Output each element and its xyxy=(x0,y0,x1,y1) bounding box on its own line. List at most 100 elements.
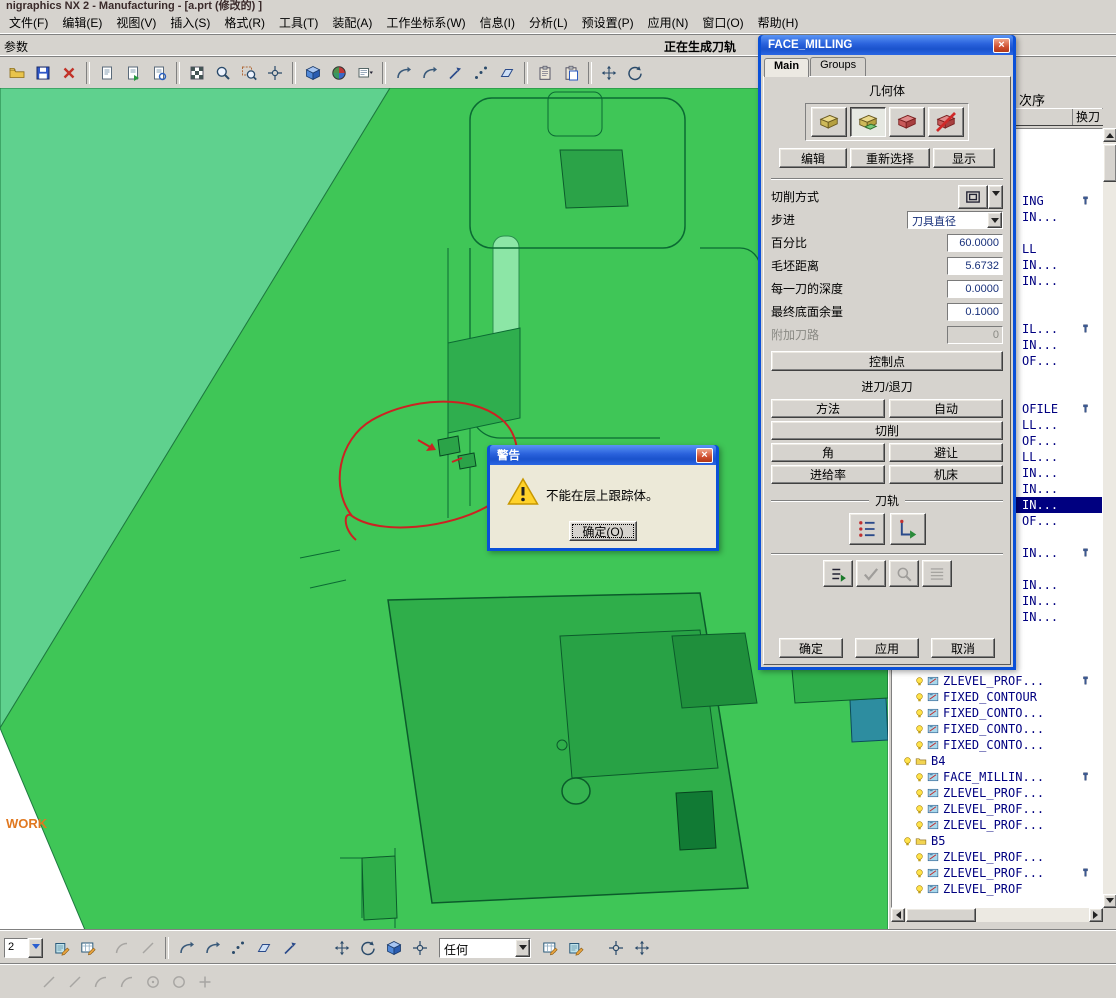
menu-item-10[interactable]: 分析(L) xyxy=(522,12,575,33)
datum-plane-icon[interactable] xyxy=(251,935,277,961)
shaded-view-icon[interactable] xyxy=(300,60,326,86)
open-icon[interactable] xyxy=(4,60,30,86)
list-edit-icon[interactable] xyxy=(563,935,589,961)
snap-tangent-icon[interactable] xyxy=(199,935,225,961)
navigator-row-op[interactable]: FIXED_CONTO... xyxy=(892,721,1102,737)
horizontal-scrollbar[interactable] xyxy=(891,908,1103,922)
plane-tool-icon[interactable] xyxy=(494,60,520,86)
t ab-groups[interactable]: Groups xyxy=(810,57,867,76)
stepover-dropdown[interactable] xyxy=(987,211,1002,228)
snap-end-icon[interactable] xyxy=(173,935,199,961)
menu-item-11[interactable]: 预设置(P) xyxy=(575,12,641,33)
menu-item-3[interactable]: 视图(V) xyxy=(109,12,163,33)
zoom-level-combo[interactable]: 2 xyxy=(4,937,43,958)
blank-distance-field[interactable]: 5.6732 xyxy=(947,256,1003,275)
lamp-icon[interactable] xyxy=(914,692,925,703)
arc-icon[interactable] xyxy=(88,969,114,995)
point-constructor-icon[interactable] xyxy=(225,935,251,961)
navigator-row-op[interactable]: ZLEVEL_PROF... xyxy=(892,673,1102,689)
lamp-icon[interactable] xyxy=(914,676,925,687)
circle-icon[interactable] xyxy=(166,969,192,995)
edit-button[interactable]: 编辑 xyxy=(779,148,847,168)
target-position-icon[interactable] xyxy=(603,935,629,961)
corner-button[interactable]: 角 xyxy=(771,443,885,462)
cancel-button[interactable]: 取消 xyxy=(931,638,995,658)
ok-button[interactable]: 确定 xyxy=(779,638,843,658)
apply-button[interactable]: 应用 xyxy=(855,638,919,658)
lamp-icon[interactable] xyxy=(914,804,925,815)
display-mode-icon[interactable] xyxy=(184,60,210,86)
toolpath-gouge-check-icon[interactable] xyxy=(888,560,919,587)
save-icon[interactable] xyxy=(30,60,56,86)
vertical-scrollbar[interactable] xyxy=(1103,128,1116,908)
navigator-row-op[interactable]: ZLEVEL_PROF... xyxy=(892,785,1102,801)
scroll-left-button[interactable] xyxy=(891,908,905,922)
cut-pattern-icon[interactable] xyxy=(958,184,988,209)
navigator-row-op[interactable]: ZLEVEL_PROF... xyxy=(892,817,1102,833)
menu-item-6[interactable]: 工具(T) xyxy=(272,12,325,33)
zoom-icon[interactable] xyxy=(210,60,236,86)
view-update-icon[interactable] xyxy=(120,60,146,86)
navigator-row-op[interactable]: FIXED_CONTO... xyxy=(892,737,1102,753)
final-floor-stock-field[interactable]: 0.1000 xyxy=(947,302,1003,321)
warning-titlebar[interactable]: 警告 × xyxy=(490,445,716,465)
rotate-wcs-icon[interactable] xyxy=(355,935,381,961)
dynamic-wcs-icon[interactable] xyxy=(329,935,355,961)
menu-item-8[interactable]: 工作坐标系(W) xyxy=(379,12,472,33)
menu-item-4[interactable]: 插入(S) xyxy=(163,12,217,33)
toolpath-edit-icon[interactable] xyxy=(889,513,926,545)
menu-item-2[interactable]: 编辑(E) xyxy=(55,12,109,33)
depth-per-cut-field[interactable]: 0.0000 xyxy=(947,279,1003,298)
menu-item-7[interactable]: 装配(A) xyxy=(325,12,379,33)
view-layout-icon[interactable] xyxy=(352,60,378,86)
zoom-window-icon[interactable] xyxy=(236,60,262,86)
cutting-button[interactable]: 切削 xyxy=(771,421,1003,440)
reference-position-icon[interactable] xyxy=(629,935,655,961)
menu-item-1[interactable]: 文件(F) xyxy=(2,12,55,33)
geometry-trim-icon[interactable] xyxy=(927,107,964,137)
navigator-row-op[interactable]: ZLEVEL_PROF xyxy=(892,881,1102,897)
percent-field[interactable]: 60.0000 xyxy=(947,233,1003,252)
reselect-button[interactable]: 重新选择 xyxy=(850,148,930,168)
delete-icon[interactable] xyxy=(56,60,82,86)
navigator-row-group[interactable]: B4 xyxy=(892,753,1102,769)
navigator-row-op[interactable]: FIXED_CONTO... xyxy=(892,705,1102,721)
zoom-level-dropdown[interactable] xyxy=(28,937,43,958)
vector-constructor-icon[interactable] xyxy=(277,935,303,961)
navigator-row-op[interactable]: FIXED_CONTOUR xyxy=(892,689,1102,705)
selection-filter-dropdown[interactable] xyxy=(515,938,530,957)
geometry-blank-icon[interactable] xyxy=(849,107,886,137)
view-refresh-icon[interactable] xyxy=(94,60,120,86)
cut-method-dropdown[interactable] xyxy=(988,184,1003,209)
menu-item-14[interactable]: 帮助(H) xyxy=(751,12,806,33)
toolpath-list-icon[interactable] xyxy=(921,560,952,587)
close-icon[interactable]: × xyxy=(696,447,713,463)
curve-tool-2-icon[interactable] xyxy=(135,935,161,961)
face-milling-titlebar[interactable]: FACE_MILLING × xyxy=(761,35,1013,55)
viewport-3d[interactable]: WORK xyxy=(0,88,888,930)
snap-point-icon[interactable] xyxy=(407,935,433,961)
automatic-button[interactable]: 自动 xyxy=(889,399,1003,418)
scroll-down-button[interactable] xyxy=(1103,894,1116,908)
lamp-icon[interactable] xyxy=(914,788,925,799)
lamp-icon[interactable] xyxy=(914,852,925,863)
vector-tool-icon[interactable] xyxy=(442,60,468,86)
tool-edit-icon[interactable] xyxy=(49,935,75,961)
operation-edit-icon[interactable] xyxy=(75,935,101,961)
close-icon[interactable]: × xyxy=(993,37,1010,53)
geometry-check-icon[interactable] xyxy=(888,107,925,137)
vertical-scroll-thumb[interactable] xyxy=(1103,144,1116,182)
navigator-row-op[interactable]: ZLEVEL_PROF... xyxy=(892,801,1102,817)
horizontal-scroll-thumb[interactable] xyxy=(906,908,976,922)
line-icon[interactable] xyxy=(36,969,62,995)
view-regenerate-icon[interactable] xyxy=(146,60,172,86)
lamp-icon[interactable] xyxy=(914,868,925,879)
line-2-icon[interactable] xyxy=(62,969,88,995)
stepover-combo[interactable]: 刀具直径 xyxy=(907,210,1003,229)
render-style-icon[interactable] xyxy=(326,60,352,86)
zoom-level-value[interactable]: 2 xyxy=(4,937,28,958)
menu-item-9[interactable]: 信息(I) xyxy=(473,12,522,33)
control-point-button[interactable]: 控制点 xyxy=(771,351,1003,371)
point-icon[interactable] xyxy=(192,969,218,995)
navigator-row-group[interactable]: B5 xyxy=(892,833,1102,849)
